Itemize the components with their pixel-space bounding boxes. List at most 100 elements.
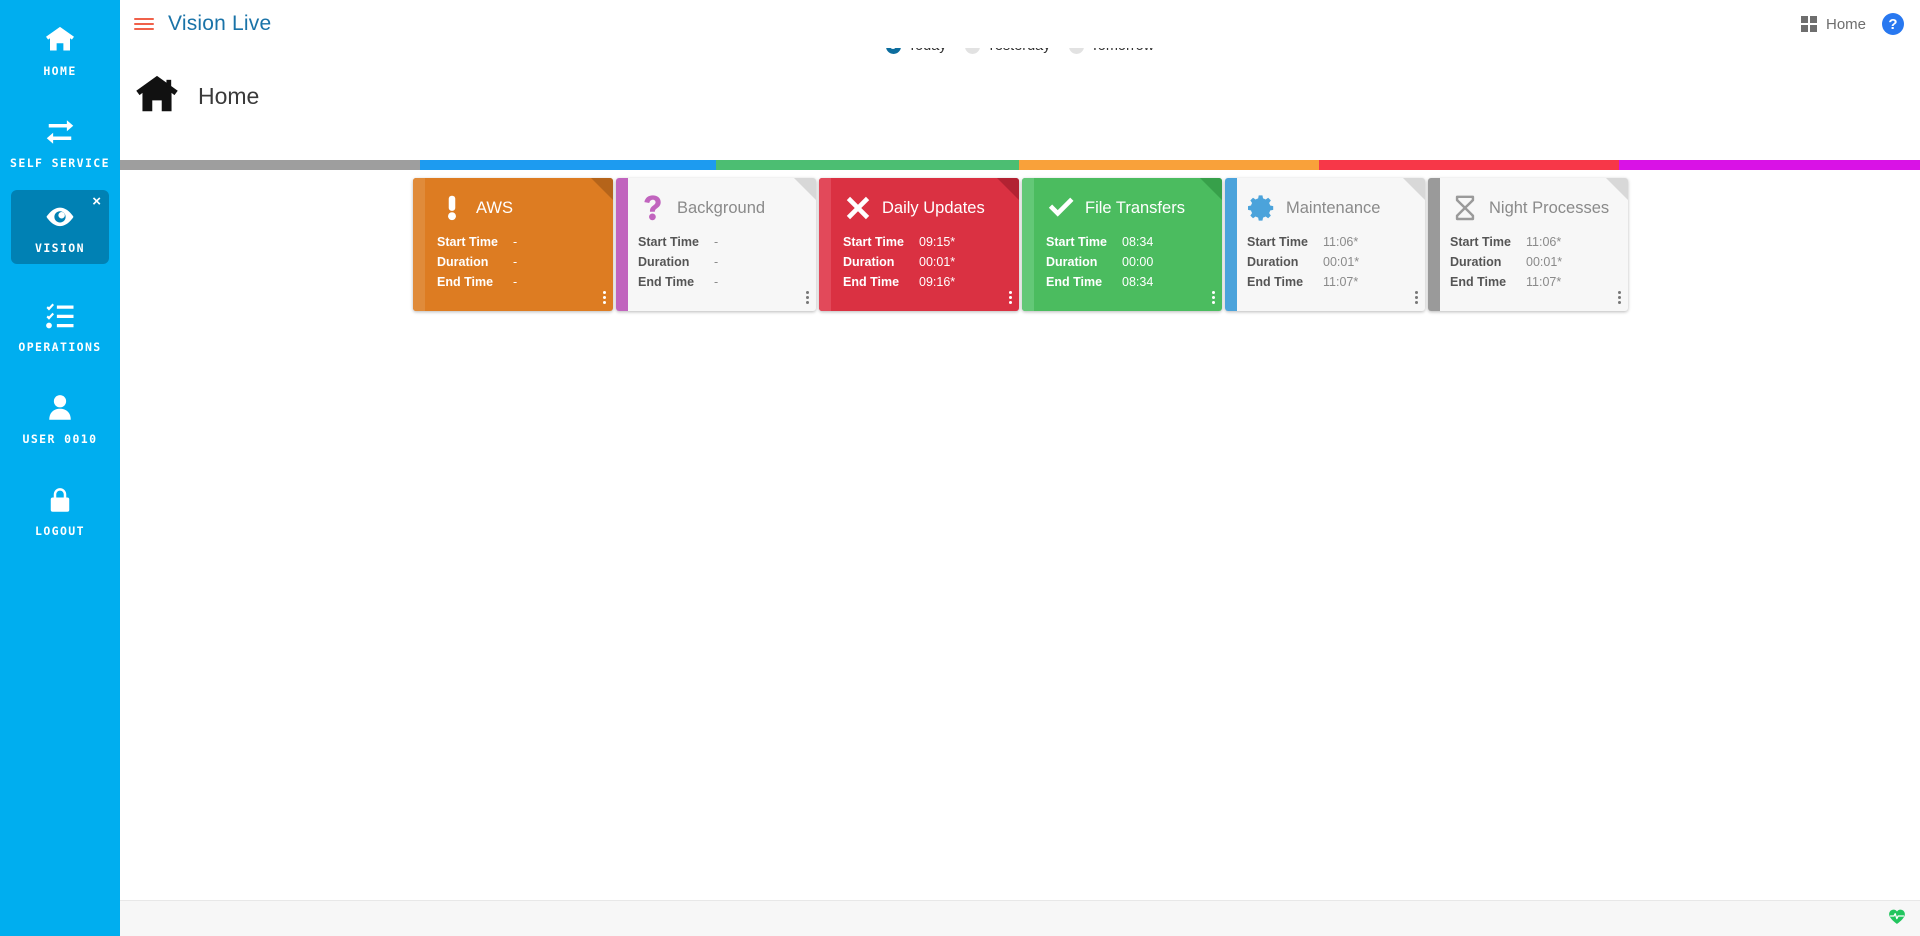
card-row-label: Duration — [843, 255, 895, 269]
help-button[interactable]: ? — [1882, 13, 1904, 35]
card-grid: AWS Start Time - Duration - End Time - Backgrou… — [413, 178, 1628, 311]
card-fold-corner — [997, 178, 1019, 200]
grid-icon — [1800, 16, 1817, 32]
green-segment — [716, 160, 1019, 170]
card-row-value: - — [513, 275, 518, 289]
top-bar: Vision Live Home ? — [120, 0, 1920, 48]
card-menu-icon[interactable] — [806, 291, 809, 304]
card-background[interactable]: Background Start Time - Duration - End Time - — [616, 178, 816, 311]
sidebar-item-home[interactable]: HOME — [0, 6, 120, 94]
card-daily-updates[interactable]: Daily Updates Start Time 09:15* Duration 00:… — [819, 178, 1019, 311]
card-header: Daily Updates — [843, 188, 1007, 228]
home-icon — [45, 23, 75, 57]
card-row-label: Start Time — [1046, 235, 1107, 249]
card-night-processes[interactable]: Night Processes Start Time 11:06* Duration 0… — [1428, 178, 1628, 311]
card-rows: Start Time - Duration - End Time - — [437, 232, 601, 292]
card-row: End Time - — [437, 272, 601, 292]
card-row-value: 08:34 — [1122, 235, 1154, 249]
card-row: Start Time 11:06* — [1450, 232, 1616, 252]
card-body: File Transfers Start Time 08:34 Duration 00:… — [1034, 178, 1222, 311]
sidebar-item-logout[interactable]: LOGOUT — [0, 466, 120, 554]
card-row-value: 09:16* — [919, 275, 956, 289]
sidebar-item-label: HOME — [43, 63, 77, 78]
card-row: Duration - — [638, 252, 804, 272]
card-row: End Time - — [638, 272, 804, 292]
card-row-value: 11:07* — [1323, 275, 1359, 289]
card-fold-corner — [1200, 178, 1222, 200]
card-menu-icon[interactable] — [603, 291, 606, 304]
card-header: Night Processes — [1450, 188, 1616, 228]
card-row: Start Time 08:34 — [1046, 232, 1210, 252]
card-row: Start Time - — [437, 232, 601, 252]
home-shortcut-label: Home — [1825, 15, 1866, 33]
card-row-label: Start Time — [1247, 235, 1308, 249]
card-body: Maintenance Start Time 11:06* Duration 00:01… — [1237, 178, 1425, 311]
card-row-label: End Time — [1450, 275, 1507, 289]
card-row-value: 00:01* — [919, 255, 956, 269]
card-body: Background Start Time - Duration - End Time - — [628, 178, 816, 311]
card-menu-icon[interactable] — [1009, 291, 1012, 304]
card-accent-bar — [819, 178, 831, 311]
card-title: Background — [677, 198, 766, 217]
card-row: End Time 11:07* — [1247, 272, 1413, 292]
card-row-label: Duration — [638, 255, 690, 269]
close-icon[interactable]: × — [92, 194, 101, 209]
sidebar-item-label: OPERATIONS — [18, 339, 102, 354]
card-menu-icon[interactable] — [1415, 291, 1418, 304]
page-header: Home — [134, 74, 259, 119]
card-row-value: 09:15* — [919, 235, 956, 249]
sidebar-item-user-0010[interactable]: USER 0010 — [0, 374, 120, 462]
home-shortcut-button[interactable]: Home — [1800, 15, 1866, 33]
sidebar-item-self-service[interactable]: SELF SERVICE — [0, 98, 120, 186]
card-accent-bar — [1428, 178, 1440, 311]
magenta-segment — [1619, 160, 1920, 170]
card-row: Start Time 09:15* — [843, 232, 1007, 252]
sidebar-item-label: LOGOUT — [35, 523, 85, 538]
orange-segment — [1019, 160, 1319, 170]
card-row-value: - — [714, 235, 719, 249]
card-aws[interactable]: AWS Start Time - Duration - End Time - — [413, 178, 613, 311]
hamburger-icon[interactable] — [134, 18, 154, 30]
card-row-value: 11:06* — [1323, 235, 1359, 249]
card-row-value: - — [714, 255, 719, 269]
card-title: Maintenance — [1286, 198, 1381, 217]
card-row-value: 11:06* — [1526, 235, 1562, 249]
sidebar-item-label: SELF SERVICE — [10, 155, 110, 170]
status-progress-bar — [120, 160, 1920, 170]
card-row-label: Start Time — [1450, 235, 1511, 249]
card-row-label: End Time — [638, 275, 695, 289]
card-row-label: Start Time — [843, 235, 904, 249]
card-row-label: Duration — [1046, 255, 1098, 269]
sidebar: HOME SELF SERVICE × VISION OPERATIONS USER 00… — [0, 0, 120, 936]
card-accent-bar — [413, 178, 425, 311]
sidebar-item-vision[interactable]: × VISION — [11, 190, 109, 264]
card-row-label: End Time — [843, 275, 900, 289]
card-row-label: Duration — [1450, 255, 1502, 269]
footer — [120, 900, 1920, 936]
card-row-label: Start Time — [638, 235, 699, 249]
card-row: End Time 11:07* — [1450, 272, 1616, 292]
card-row: Duration - — [437, 252, 601, 272]
card-menu-icon[interactable] — [1212, 291, 1215, 304]
card-row-label: Start Time — [437, 235, 498, 249]
card-row: End Time 09:16* — [843, 272, 1007, 292]
user-icon — [45, 391, 75, 425]
card-row-label: End Time — [437, 275, 494, 289]
card-row-value: 11:07* — [1526, 275, 1562, 289]
page-title: Home — [198, 83, 260, 109]
question-mark-icon — [638, 194, 668, 222]
card-row-label: End Time — [1247, 275, 1304, 289]
card-row-label: Duration — [437, 255, 489, 269]
sidebar-item-label: VISION — [35, 240, 85, 255]
card-header: File Transfers — [1046, 188, 1210, 228]
card-menu-icon[interactable] — [1618, 291, 1621, 304]
card-file-transfers[interactable]: File Transfers Start Time 08:34 Duration 00:… — [1022, 178, 1222, 311]
card-title: Daily Updates — [882, 198, 985, 217]
card-rows: Start Time - Duration - End Time - — [638, 232, 804, 292]
sidebar-item-operations[interactable]: OPERATIONS — [0, 282, 120, 370]
checklist-icon — [45, 299, 75, 333]
card-rows: Start Time 08:34 Duration 00:00 End Time 08:3… — [1046, 232, 1210, 292]
card-maintenance[interactable]: Maintenance Start Time 11:06* Duration 00:01… — [1225, 178, 1425, 311]
card-row: Duration 00:00 — [1046, 252, 1210, 272]
card-row: Start Time 11:06* — [1247, 232, 1413, 252]
